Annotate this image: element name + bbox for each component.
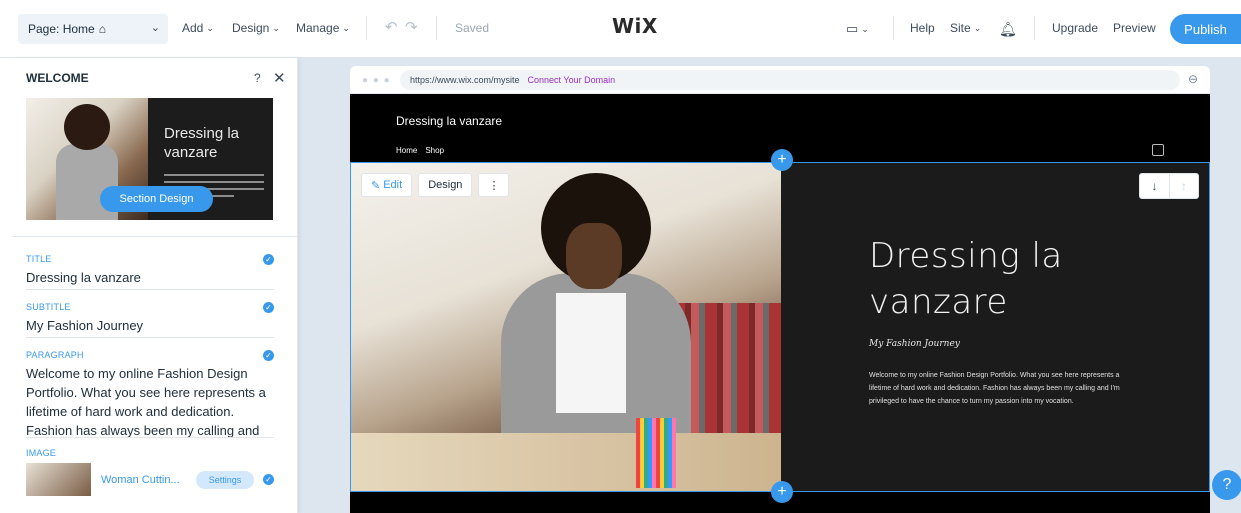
- section-toolbar: ✎ Edit Design ⋮: [361, 173, 510, 197]
- check-icon: ✓: [263, 474, 274, 485]
- chevron-down-icon: ⌄: [342, 22, 350, 33]
- browser-url-bar: ● ● ● https://www.wix.com/mysite Connect…: [350, 66, 1210, 94]
- design-menu[interactable]: Design ⌄: [232, 21, 280, 35]
- add-section-bottom-button[interactable]: +: [771, 481, 793, 503]
- close-icon[interactable]: ✕: [273, 69, 286, 87]
- image-field-label: IMAGE: [26, 448, 57, 458]
- nav-home[interactable]: Home: [396, 146, 417, 155]
- hero-title[interactable]: Dressing la vanzare: [869, 233, 1169, 325]
- edit-label: Edit: [383, 179, 403, 191]
- hero-paragraph[interactable]: Welcome to my online Fashion Design Port…: [869, 369, 1139, 408]
- chevron-down-icon: ⌄: [150, 22, 160, 34]
- title-field-value: Dressing la vanzare: [26, 270, 141, 285]
- section-move-arrows: ↓ ↑: [1139, 173, 1199, 199]
- check-icon: ✓: [263, 302, 274, 313]
- site-nav: Home Shop: [396, 146, 444, 155]
- toolbar-divider: [893, 16, 894, 40]
- add-section-top-button[interactable]: +: [771, 149, 793, 171]
- preview-link[interactable]: Preview: [1113, 21, 1156, 35]
- help-fab-icon[interactable]: ?: [1212, 470, 1241, 500]
- check-icon: ✓: [263, 350, 274, 361]
- help-label: Help: [910, 21, 935, 35]
- site-name: Dressing la vanzare: [396, 114, 503, 128]
- add-menu[interactable]: Add ⌄: [182, 21, 214, 35]
- edit-button[interactable]: ✎ Edit: [361, 173, 413, 197]
- toolbar-divider: [436, 16, 437, 40]
- device-switcher[interactable]: ▭ ⌄: [846, 21, 869, 37]
- image-field: IMAGE: [26, 448, 274, 460]
- image-name[interactable]: Woman Cuttin...: [101, 474, 180, 486]
- chevron-down-icon: ⌄: [272, 22, 280, 33]
- pencil-cup: [636, 418, 676, 488]
- check-icon: ✓: [263, 254, 274, 265]
- title-field[interactable]: TITLE Dressing la vanzare ✓: [26, 254, 274, 290]
- help-menu[interactable]: Help: [910, 21, 935, 35]
- undo-icon[interactable]: ↶: [385, 18, 398, 36]
- publish-button[interactable]: Publish: [1170, 14, 1241, 44]
- site-preview-window: ● ● ● https://www.wix.com/mysite Connect…: [350, 66, 1210, 513]
- chevron-down-icon: ⌄: [861, 23, 869, 34]
- preview-label: Preview: [1113, 21, 1156, 35]
- image-row[interactable]: Woman Cuttin... Settings ✓: [26, 463, 274, 498]
- hero-section[interactable]: Dressing la vanzare My Fashion Journey W…: [350, 162, 1210, 492]
- paragraph-field-label: PARAGRAPH: [26, 350, 84, 360]
- section-thumbnail[interactable]: Dressing la vanzare Section Design: [26, 98, 273, 220]
- page-label: Page: Home: [28, 22, 95, 36]
- redo-icon[interactable]: ↷: [405, 18, 418, 36]
- welcome-panel: WELCOME ? ✕ Dressing la vanzare Section …: [13, 58, 298, 513]
- paragraph-field[interactable]: PARAGRAPH Welcome to my online Fashion D…: [26, 350, 274, 438]
- hero-text-panel: Dressing la vanzare My Fashion Journey W…: [781, 163, 1209, 491]
- manage-label: Manage: [296, 21, 340, 35]
- hero-subtitle[interactable]: My Fashion Journey: [869, 339, 960, 349]
- site-url: https://www.wix.com/mysite: [410, 75, 520, 85]
- person-shirt: [556, 293, 626, 413]
- upgrade-link[interactable]: Upgrade: [1052, 21, 1098, 35]
- work-table: [351, 433, 781, 491]
- top-toolbar: Page: Home ⌂ ⌄ Add ⌄ Design ⌄ Manage ⌄ ↶ ↷ …: [0, 0, 1241, 58]
- connect-domain-link[interactable]: Connect Your Domain: [528, 75, 616, 85]
- person-face: [566, 223, 622, 289]
- saved-status: Saved: [455, 21, 490, 35]
- pencil-icon: ✎: [371, 179, 381, 192]
- subtitle-field[interactable]: SUBTITLE My Fashion Journey ✓: [26, 302, 274, 338]
- desktop-icon: ▭: [846, 21, 859, 36]
- move-down-icon[interactable]: ↓: [1140, 174, 1169, 198]
- image-thumbnail[interactable]: [26, 463, 91, 496]
- help-icon[interactable]: ?: [254, 71, 261, 85]
- paragraph-field-value: Welcome to my online Fashion Design Port…: [26, 366, 266, 438]
- notifications-bell-icon[interactable]: 🔔︎: [999, 21, 1017, 38]
- design-label: Design: [232, 21, 270, 35]
- upgrade-label: Upgrade: [1052, 21, 1099, 35]
- manage-menu[interactable]: Manage ⌄: [296, 21, 350, 35]
- cart-icon[interactable]: [1152, 144, 1164, 156]
- home-icon: ⌂: [98, 22, 106, 36]
- hero-image[interactable]: [351, 163, 781, 491]
- wix-logo: WiX: [612, 14, 658, 38]
- panel-divider: [13, 236, 298, 237]
- section-design-button[interactable]: Section Design: [100, 186, 213, 212]
- subtitle-field-label: SUBTITLE: [26, 302, 71, 312]
- more-options-button[interactable]: ⋮: [478, 173, 510, 197]
- url-field[interactable]: https://www.wix.com/mysite Connect Your …: [400, 70, 1180, 90]
- thumbnail-figure-head: [64, 104, 110, 150]
- add-label: Add: [182, 21, 204, 35]
- nav-shop[interactable]: Shop: [425, 146, 444, 155]
- zoom-icon[interactable]: ⊖: [1188, 72, 1198, 86]
- site-menu[interactable]: Site ⌄: [950, 21, 981, 35]
- chevron-down-icon: ⌄: [206, 22, 214, 33]
- chevron-down-icon: ⌄: [973, 22, 982, 33]
- page-selector[interactable]: Page: Home ⌂ ⌄: [18, 14, 168, 44]
- design-button[interactable]: Design: [418, 173, 473, 197]
- title-field-label: TITLE: [26, 254, 52, 264]
- image-settings-button[interactable]: Settings: [196, 471, 254, 489]
- toolbar-divider: [366, 16, 367, 40]
- move-up-icon[interactable]: ↑: [1169, 174, 1198, 198]
- site-label: Site: [950, 21, 971, 35]
- toolbar-divider: [1034, 16, 1035, 40]
- thumbnail-title: Dressing la vanzare: [164, 125, 240, 161]
- window-dots-icon: ● ● ●: [362, 75, 391, 86]
- subtitle-field-value: My Fashion Journey: [26, 318, 144, 333]
